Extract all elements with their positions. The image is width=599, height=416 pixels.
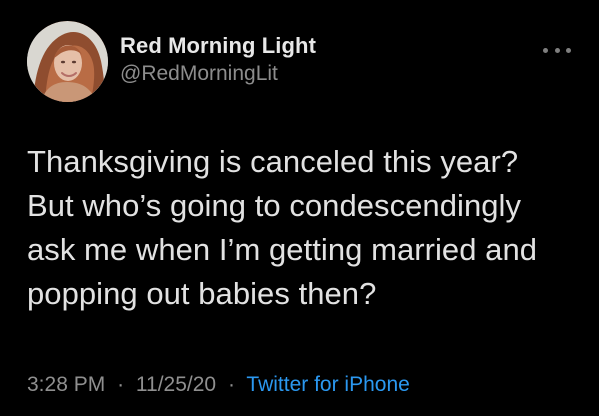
more-icon[interactable] [543,46,571,54]
tweet-card: Red Morning Light @RedMorningLit Thanksg… [0,0,599,416]
user-names: Red Morning Light @RedMorningLit [120,33,316,86]
avatar[interactable] [27,21,108,102]
tweet-time[interactable]: 3:28 PM [27,373,105,396]
display-name[interactable]: Red Morning Light [120,33,316,59]
avatar-photo-icon [27,21,108,102]
tweet-date[interactable]: 11/25/20 [136,373,216,396]
tweet-header: Red Morning Light @RedMorningLit [27,21,579,105]
tweet-metadata: 3:28 PM · 11/25/20 · Twitter for iPhone [27,372,410,398]
more-dot-icon [543,47,548,53]
username-handle[interactable]: @RedMorningLit [120,62,316,86]
tweet-text: Thanksgiving is canceled this year? But … [27,144,538,311]
more-dot-icon [566,47,571,53]
source-link[interactable]: Twitter for iPhone [246,373,409,396]
more-dot-icon [554,47,560,53]
metadata-separator: · [117,373,125,396]
metadata-separator: · [227,373,235,396]
